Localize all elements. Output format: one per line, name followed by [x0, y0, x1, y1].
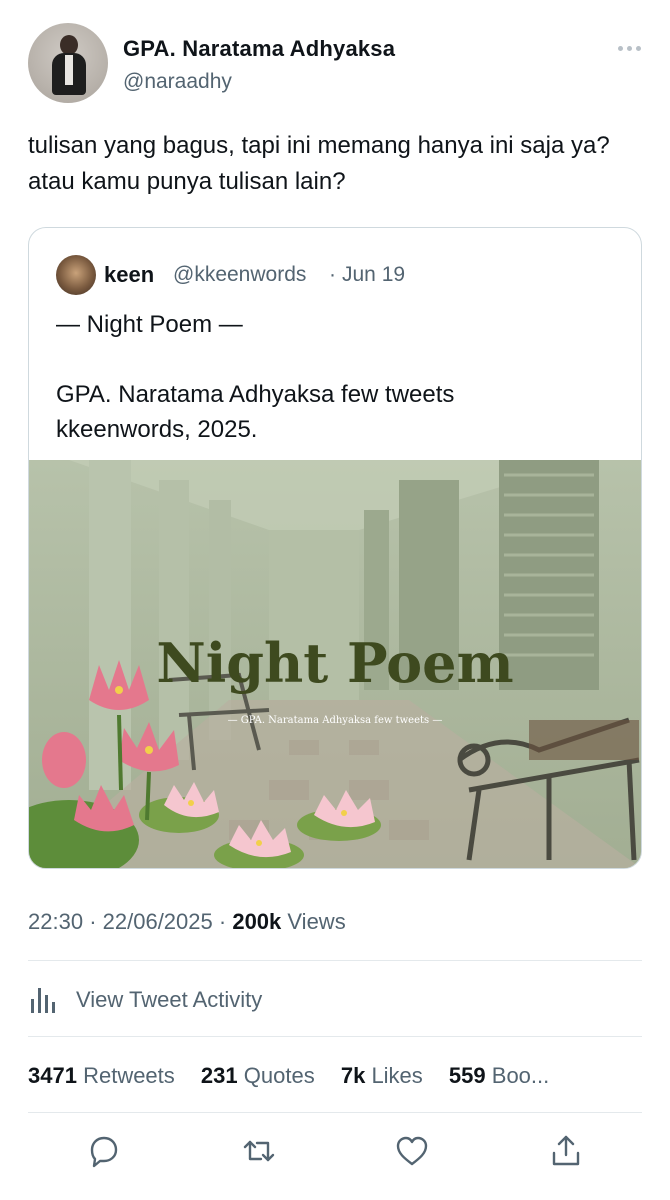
- meta-separator: ·: [89, 909, 97, 934]
- likes-label: Likes: [371, 1063, 423, 1088]
- quotes-label: Quotes: [243, 1063, 315, 1088]
- likes-stat[interactable]: 7k Likes: [341, 1063, 429, 1088]
- retweets-label: Retweets: [83, 1063, 175, 1088]
- view-activity-button[interactable]: View Tweet Activity: [28, 983, 262, 1017]
- reply-icon[interactable]: [86, 1133, 122, 1169]
- quoted-media-image[interactable]: Night Poem — GPA. Naratama Adhyaksa few …: [29, 460, 641, 868]
- night-poem-poster: Night Poem — GPA. Naratama Adhyaksa few …: [29, 460, 641, 868]
- quoted-separator: ·: [329, 263, 336, 286]
- engagement-stats: 3471 Retweets 231 Quotes 7k Likes 559 Bo…: [28, 1063, 569, 1089]
- quoted-author-name[interactable]: keen: [104, 262, 154, 288]
- quoted-author-avatar[interactable]: [56, 255, 96, 295]
- views-count: 200k: [232, 909, 282, 934]
- share-icon[interactable]: [548, 1133, 584, 1169]
- author-avatar[interactable]: [28, 23, 108, 103]
- quoted-tweet[interactable]: keen @kkeenwords · Jun 19 — Night Poem —…: [28, 227, 642, 869]
- poster-subtitle: — GPA. Naratama Adhyaksa few tweets —: [228, 715, 443, 726]
- tweet-date[interactable]: 22/06/2025: [103, 909, 213, 934]
- quoted-date[interactable]: Jun 19: [342, 263, 405, 287]
- retweets-stat[interactable]: 3471 Retweets: [28, 1063, 181, 1088]
- bookmarks-label: Boo...: [491, 1063, 550, 1088]
- avatar-shirt: [65, 55, 73, 85]
- like-icon[interactable]: [394, 1133, 430, 1169]
- more-options-icon[interactable]: [618, 40, 644, 56]
- author-name[interactable]: GPA. Naratama Adhyaksa: [123, 36, 395, 62]
- divider: [28, 1036, 642, 1037]
- quotes-count: 231: [200, 1063, 238, 1088]
- views-label: Views: [287, 909, 346, 934]
- analytics-icon: [31, 988, 55, 1013]
- quoted-author-handle[interactable]: @kkeenwords: [173, 263, 306, 287]
- view-activity-label: View Tweet Activity: [76, 987, 263, 1012]
- tweet-meta: 22:30 · 22/06/2025 · 200k Views: [28, 909, 346, 935]
- retweets-count: 3471: [28, 1063, 77, 1088]
- avatar-head: [60, 35, 78, 55]
- retweet-icon[interactable]: [241, 1133, 277, 1169]
- bookmarks-stat[interactable]: 559 Boo...: [449, 1063, 549, 1088]
- quotes-stat[interactable]: 231 Quotes: [201, 1063, 321, 1088]
- author-handle[interactable]: @naraadhy: [123, 70, 232, 94]
- bookmarks-count: 559: [448, 1063, 486, 1088]
- likes-count: 7k: [340, 1063, 366, 1088]
- action-bar: [0, 1133, 670, 1173]
- divider: [28, 1112, 642, 1113]
- quoted-text: — Night Poem — GPA. Naratama Adhyaksa fe…: [56, 311, 455, 443]
- poster-title: Night Poem: [156, 631, 513, 695]
- tweet-time[interactable]: 22:30: [28, 909, 83, 934]
- divider: [28, 960, 642, 961]
- tweet-text: tulisan yang bagus, tapi ini memang hany…: [28, 132, 610, 195]
- meta-separator: ·: [218, 909, 227, 934]
